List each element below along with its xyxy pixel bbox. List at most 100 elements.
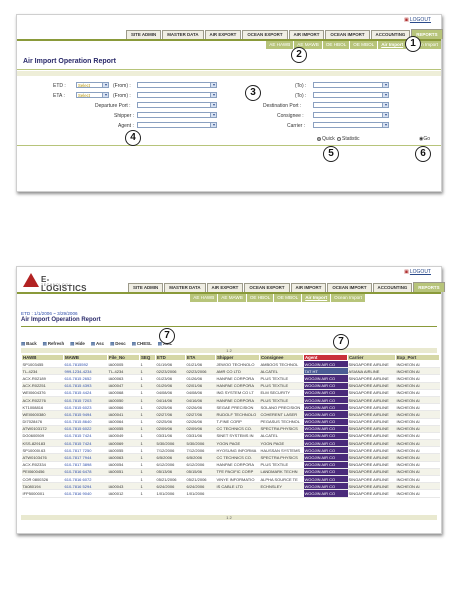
etd-to-date[interactable] — [313, 82, 389, 88]
tab-ocean-import[interactable]: OCEAN IMPORT — [327, 283, 372, 292]
tab-accounting[interactable]: ACCOUNTING — [372, 283, 413, 292]
tab-air-export[interactable]: AIR EXPORT — [204, 30, 242, 39]
cell-mawb[interactable]: 610-7815 8640 — [63, 418, 108, 426]
subtab-ae-hawb[interactable]: AE HAWB — [189, 294, 217, 302]
tab-master-data[interactable]: MASTER DATA — [164, 283, 206, 292]
subtab-oe-mbol[interactable]: OE MBOL — [349, 41, 377, 49]
cell-mawb[interactable]: 610-7815 7424 — [63, 439, 108, 448]
logout-link[interactable]: LOGOUT — [404, 269, 431, 275]
tab-accounting[interactable]: ACCOUNTING — [370, 30, 411, 39]
cell-mawb[interactable]: 610-7816 6072 — [63, 475, 108, 484]
table-row[interactable]: KT1008816 610-7815 6023 IA00066 1 02/25/06 02… — [21, 403, 440, 412]
cell-mawb[interactable]: 610-7816 6478 — [63, 468, 108, 477]
table-row[interactable]: ACX.R02251 610-7815 4393 IA00047 1 01/29/06 0… — [21, 382, 440, 390]
cell-eta: 7/12/2006 — [185, 446, 216, 455]
tab-air-import[interactable]: AIR IMPORT — [288, 30, 325, 39]
table-row[interactable]: ACX.R02276 610-7815 7203 IA00050 1 04/14/06 0… — [21, 396, 440, 405]
cell-mawb[interactable]: 999-1234-4234 — [63, 367, 108, 376]
tab-site-admin[interactable]: SITE ADMIN — [126, 30, 162, 39]
cell-carrier: SINGAPORE AIRLINE — [347, 396, 396, 405]
subtab-oe-mbol[interactable]: OE MBOL — [273, 294, 301, 302]
table-row[interactable]: SP1003455 610-7815592 IA00005 1 01/19/06 01/2… — [21, 360, 440, 369]
tab-ocean-export[interactable]: OCEAN EXPORT — [244, 283, 290, 292]
asc-button[interactable]: Asc — [91, 341, 104, 347]
subtab-oe-hbol[interactable]: OE HBOL — [321, 41, 349, 49]
carrier-select[interactable] — [313, 122, 389, 128]
consignee-select[interactable] — [313, 112, 389, 118]
eta-select[interactable]: Select — [76, 92, 109, 98]
cell-mawb[interactable]: 610-7815 6022 — [63, 425, 108, 433]
table-row[interactable]: SP10000l.63 610-7817 7250 IA00055 1 7/12/200… — [21, 446, 440, 455]
etd-from-date[interactable] — [137, 82, 217, 88]
cell-file-no: TL-4234 — [107, 367, 140, 376]
tab-master-data[interactable]: MASTER DATA — [162, 30, 204, 39]
chesl-button[interactable]: CHESL — [132, 341, 152, 347]
table-row[interactable]: ATW0103172 610-7815 6022 IA00055 1 02/09/06 0… — [21, 425, 440, 433]
cell-mawb[interactable]: 610-7815 7424 — [63, 432, 108, 441]
cell-etd: 02/25/06 — [155, 403, 186, 412]
cell-mawb[interactable]: 610-7815 6023 — [63, 403, 108, 412]
go-button[interactable]: ◉Go — [419, 136, 430, 142]
back-button[interactable]: Back — [21, 341, 37, 347]
cell-mawb[interactable]: 610-7815592 — [63, 360, 108, 369]
departure-port-select[interactable] — [137, 102, 217, 108]
table-row[interactable]: DI7028476 610-7815 8640 IA00064 1 02/25/06 02… — [21, 418, 440, 426]
cell-seq: 1 — [139, 432, 156, 441]
subtab-ae-mawb[interactable]: AE MAWB — [217, 294, 246, 302]
table-row[interactable]: TA080194 610-7816 5294 IA00043 1 6/24/2006 6/… — [21, 482, 440, 491]
etd-label: ETD : — [53, 83, 66, 89]
callout-1: 1 — [405, 36, 421, 52]
table-row[interactable]: PEI0600456 610-7816 6478 IA00051 1 05/13/06 0… — [21, 468, 440, 477]
cell-mawb[interactable]: 610-7815 4393 — [63, 382, 108, 390]
logout-link[interactable]: LOGOUT — [404, 17, 431, 23]
table-row[interactable]: KSS-829183 610-7815 7424 IA00069 1 5/30/2006… — [21, 439, 440, 448]
eta-from-date[interactable] — [137, 92, 217, 98]
cell-mawb[interactable]: 610-7816 5294 — [63, 482, 108, 491]
cell-mawb[interactable]: 610-7815 4424 — [63, 389, 108, 397]
cell-carrier: SINGAPORE AIRLINE — [347, 446, 396, 455]
cell-etd: 05/21/2006 — [155, 475, 186, 484]
subtab-ocean-import[interactable]: Ocean Import — [330, 294, 365, 302]
cell-mawb[interactable]: 610-7815 9494 — [63, 410, 108, 419]
cell-mawb[interactable]: 610-7816 9040 — [63, 489, 108, 498]
cell-hawb: ATW0103476 — [21, 453, 64, 462]
statistic-radio[interactable]: Statistic — [337, 136, 360, 142]
table-row[interactable]: IFP5000001 610-7816 9040 IA00012 1 1/01/2006… — [21, 489, 440, 498]
pager-bottom[interactable]: 1 2 — [21, 515, 437, 520]
table-row[interactable]: ACX.R02189 610-7815 2652 IA00063 1 01/23/06 0… — [21, 374, 440, 383]
shipper-select[interactable] — [137, 112, 217, 118]
cell-mawb[interactable]: 610-7817 7944 — [63, 453, 108, 462]
destination-port-select[interactable] — [313, 102, 389, 108]
table-row[interactable]: ATW0103476 610-7817 7944 IA00063 1 6/5/2006 6… — [21, 453, 440, 462]
subtab-ae-hawb[interactable]: AE HAWB — [265, 41, 293, 49]
table-row[interactable]: ACX.R02334 610-7817 3898 IA00054 1 6/12/2006… — [21, 461, 440, 469]
cell-mawb[interactable]: 610-7815 2652 — [63, 374, 108, 383]
cell-shipper: VINYE INFORMATIO — [215, 475, 260, 484]
hide-button[interactable]: Hide — [70, 341, 85, 347]
desc-button[interactable]: Desc — [110, 341, 126, 347]
table-row[interactable]: DG0600509 610-7815 7424 IA00049 1 03/31/06 03… — [21, 432, 440, 441]
tab-ocean-export[interactable]: OCEAN EXPORT — [242, 30, 288, 39]
eta-to-date[interactable] — [313, 92, 389, 98]
quick-radio[interactable]: Quick — [317, 136, 335, 142]
tab-site-admin[interactable]: SITE ADMIN — [128, 283, 164, 292]
tab-ocean-import[interactable]: OCEAN IMPORT — [325, 30, 370, 39]
etd-select[interactable]: Select — [76, 82, 109, 88]
tab-air-import[interactable]: AIR IMPORT — [290, 283, 327, 292]
cell-carrier: SINGAPORE AIRLINE — [347, 403, 396, 412]
cell-mawb[interactable]: 610-7817 7250 — [63, 446, 108, 455]
tab-air-export[interactable]: AIR EXPORT — [206, 283, 244, 292]
subtab-air-import[interactable]: Air Import — [377, 41, 406, 49]
cell-mawb[interactable]: 610-7815 7203 — [63, 396, 108, 405]
cell-mawb[interactable]: 610-7817 3898 — [63, 461, 108, 469]
table-row[interactable]: TL-4234 999-1234-4234 TL-4234 1 02/23/2006 02… — [21, 367, 440, 376]
table-row[interactable]: WEI0604376 610-7815 4424 IA00068 1 04/08/06 0… — [21, 389, 440, 397]
subtab-air-import[interactable]: Air Import — [301, 294, 330, 302]
table-row[interactable]: WEI0600380 610-7815 9494 IA00041 1 02/27/06 0… — [21, 410, 440, 419]
subtab-oe-hbol[interactable]: OE HBOL — [245, 294, 273, 302]
refresh-button[interactable]: Refresh — [43, 341, 64, 347]
table-row[interactable]: COR 0800326 610-7816 6072 1 05/21/2006 05/21… — [21, 475, 440, 484]
pager-top[interactable]: 1 2 — [21, 348, 437, 353]
agent-select[interactable] — [137, 122, 217, 128]
tab-reports[interactable]: REPORTS — [413, 282, 445, 292]
